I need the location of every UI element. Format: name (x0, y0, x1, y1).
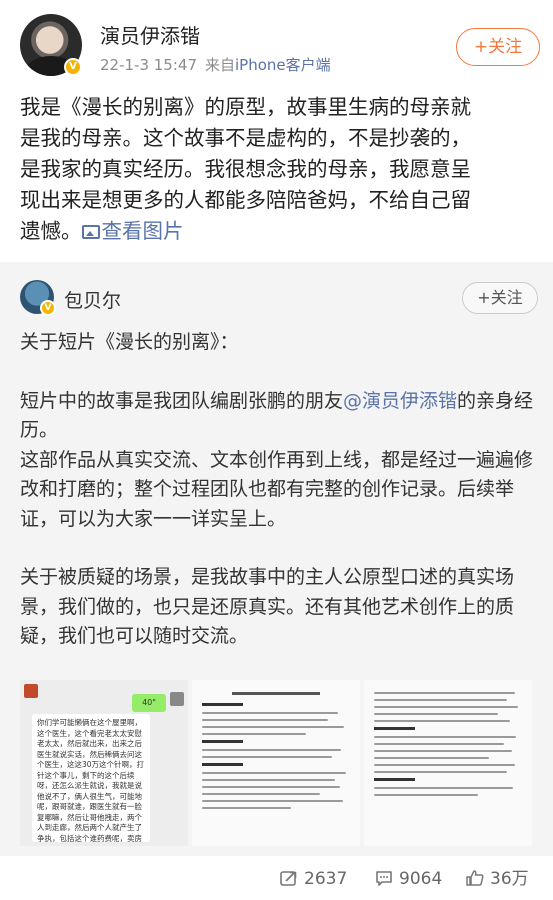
document-preview (374, 692, 522, 801)
repost-paragraph-3: 关于被质疑的场景，是我故事中的主人公原型口述的真实场景，我们做的，也只是还原真实… (20, 566, 515, 647)
post-text-line: 是我家的真实经历。我很想念我的母亲，我愿意呈 (20, 157, 471, 181)
post-meta: 22-1-3 15:47 来自iPhone客户端 (100, 54, 331, 75)
comment-icon (376, 871, 392, 886)
repost-paragraph-2: 这部作品从真实交流、文本创作再到上线，都是经过一遍遍修改和打磨的；整个过程团队也… (20, 448, 534, 530)
voice-message: 40" (132, 694, 166, 712)
post-text-line: 是我的母亲。这个故事不是虚构的，不是抄袭的， (20, 126, 471, 150)
post-header: V 演员伊添锴 22-1-3 15:47 来自iPhone客户端 +关注 (20, 14, 540, 80)
mention-link[interactable]: @演员伊添锴 (343, 390, 457, 412)
document-preview (202, 692, 350, 814)
comment-button[interactable]: 9064 (375, 868, 442, 890)
post-text-line: 遗憾。 查看图片 (20, 216, 535, 247)
follow-button[interactable]: +关注 (456, 28, 540, 66)
post-text-line: 现出来是想更多的人都能多陪陪爸妈，不给自己留 (20, 188, 471, 212)
repost-count: 2637 (304, 869, 348, 889)
source-prefix: 来自 (205, 56, 236, 74)
repost-author-name[interactable]: 包贝尔 (64, 286, 121, 313)
chat-avatar (24, 684, 38, 698)
like-button[interactable]: 36万 (466, 868, 529, 890)
verified-badge-icon: V (64, 58, 82, 76)
author-name[interactable]: 演员伊添锴 (100, 20, 200, 49)
image-thumbnail-document[interactable] (364, 680, 532, 846)
repost-icon (280, 871, 297, 886)
picture-icon (81, 225, 100, 239)
post-text-line: 我是《漫长的别离》的原型，故事里生病的母亲就 (20, 95, 471, 119)
chat-message: 你们学可能懒俩在这个屋里啊，这个医生，这个看完老太太安慰老太太，然后就出来，出来… (32, 714, 150, 842)
repost-button[interactable]: 2637 (280, 868, 347, 890)
image-grid: 40" 你们学可能懒俩在这个屋里啊，这个医生，这个看完老太太安慰老太太，然后就出… (20, 680, 533, 846)
view-pictures-link[interactable]: 查看图片 (81, 219, 184, 243)
repost-follow-button[interactable]: +关注 (462, 282, 538, 314)
comment-count: 9064 (399, 869, 443, 889)
image-thumbnail-document[interactable] (192, 680, 360, 846)
image-thumbnail-chat[interactable]: 40" 你们学可能懒俩在这个屋里啊，这个医生，这个看完老太太安慰老太太，然后就出… (20, 680, 188, 846)
like-icon (466, 870, 484, 886)
source-client-link[interactable]: iPhone客户端 (235, 56, 331, 74)
verified-badge-icon: V (40, 300, 56, 316)
chat-avatar (170, 692, 184, 706)
post-date: 22-1-3 15:47 (100, 56, 197, 74)
post-text-end: 遗憾。 (20, 219, 82, 243)
post-text: 我是《漫长的别离》的原型，故事里生病的母亲就 是我的母亲。这个故事不是虚构的，不… (20, 92, 535, 247)
like-count: 36万 (490, 869, 529, 889)
view-pictures-label: 查看图片 (101, 219, 184, 243)
action-bar: 2637 9064 36万 (0, 856, 553, 900)
repost-paragraph-1: 短片中的故事是我团队编剧张鹏的朋友@演员伊添锴的亲身经历。 (20, 387, 535, 446)
reposted-weibo[interactable]: V 包贝尔 +关注 关于短片《漫长的别离》： 短片中的故事是我团队编剧张鹏的朋友… (0, 262, 553, 856)
p1-before: 短片中的故事是我团队编剧张鹏的朋友 (20, 389, 344, 412)
repost-text: 关于短片《漫长的别离》： 短片中的故事是我团队编剧张鹏的朋友@演员伊添锴的亲身经… (20, 328, 535, 652)
repost-heading: 关于短片《漫长的别离》： (20, 331, 239, 353)
